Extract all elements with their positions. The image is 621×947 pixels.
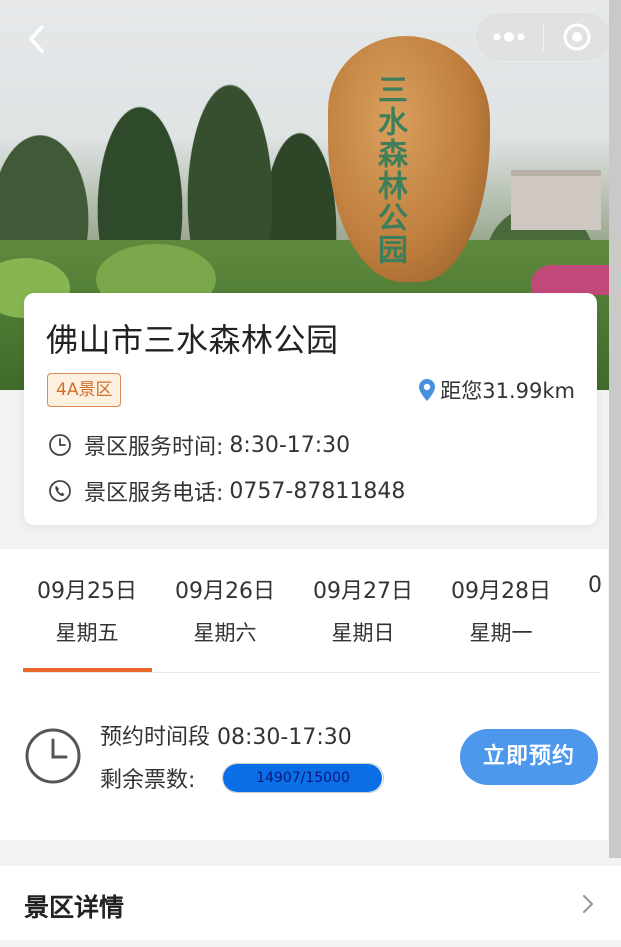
date-tab-date: 09月28日 [451,579,551,604]
date-tab[interactable]: 09月25日 星期五 [23,573,151,647]
service-phone-value[interactable]: 0757-87811848 [229,479,405,504]
rock-inscription: 三水森林公园 [372,74,407,266]
scenic-details-title: 景区详情 [24,893,125,922]
park-name: 佛山市三水森林公园 [46,321,339,359]
service-hours-label: 景区服务时间: [84,435,224,460]
date-tab[interactable]: 09月26日 星期六 [161,573,289,647]
date-tab-date: 0 [588,573,602,598]
service-hours-value: 8:30-17:30 [229,432,351,458]
target-circle-icon [563,23,591,51]
distance[interactable]: 距您31.99km [418,375,575,405]
slot-time: 预约时间段 08:30-17:30 [100,725,352,750]
building-background [511,170,601,230]
time-slot: 预约时间段 08:30-17:30 剩余票数: 14907/15000 立即预约 [0,673,608,840]
service-hours: 景区服务时间: 8:30-17:30 [48,429,350,461]
scrollbar[interactable] [609,0,621,858]
clock-icon [49,434,71,456]
date-tab-weekday: 星期五 [55,621,119,645]
location-pin-icon [419,379,436,401]
date-tab[interactable]: 0 [588,573,608,617]
book-now-button[interactable]: 立即预约 [460,729,598,785]
booking-section: 09月25日 星期五 09月26日 星期六 09月27日 星期日 09月28日 … [0,549,608,840]
date-tab-weekday: 星期一 [469,621,533,645]
remaining-tickets-label: 剩余票数: [100,768,196,793]
park-info-card: 佛山市三水森林公园 4A景区 距您31.99km 景区服务时间: 8:30-17… [24,293,597,525]
remaining-tickets-text: 14907/15000 [256,770,350,786]
chevron-right-icon [582,894,594,914]
grade-badge: 4A景区 [47,373,122,407]
clock-icon [25,728,81,784]
close-miniprogram-button[interactable] [544,13,612,61]
back-button[interactable] [22,22,52,56]
service-phone[interactable]: 景区服务电话: 0757-87811848 [48,475,405,507]
phone-icon [49,480,71,502]
date-tab[interactable]: 09月28日 星期一 [437,573,565,647]
more-dots-icon [493,32,525,42]
miniprogram-capsule [474,12,612,62]
date-tab-date: 09月25日 [37,579,137,604]
more-button[interactable] [475,13,543,61]
distance-text: 距您31.99km [440,379,575,403]
service-phone-label: 景区服务电话: [84,481,224,506]
remaining-tickets-bar: 14907/15000 [222,763,384,793]
date-tab-weekday: 星期六 [193,621,257,645]
date-tab-date: 09月27日 [313,579,413,604]
date-tab-weekday: 星期日 [331,621,395,645]
inscription-rock [328,36,490,282]
date-tabs: 09月25日 星期五 09月26日 星期六 09月27日 星期日 09月28日 … [0,549,608,673]
date-tab-date: 09月26日 [175,579,275,604]
date-tab[interactable]: 09月27日 星期日 [299,573,427,647]
chevron-left-icon [29,25,44,53]
flower-bed [531,265,621,295]
scenic-details-row[interactable]: 景区详情 [0,866,621,940]
page: 三水森林公园 佛山市三水森林公园 4A景区 距您31.99km 景区服务时间: … [0,0,621,947]
